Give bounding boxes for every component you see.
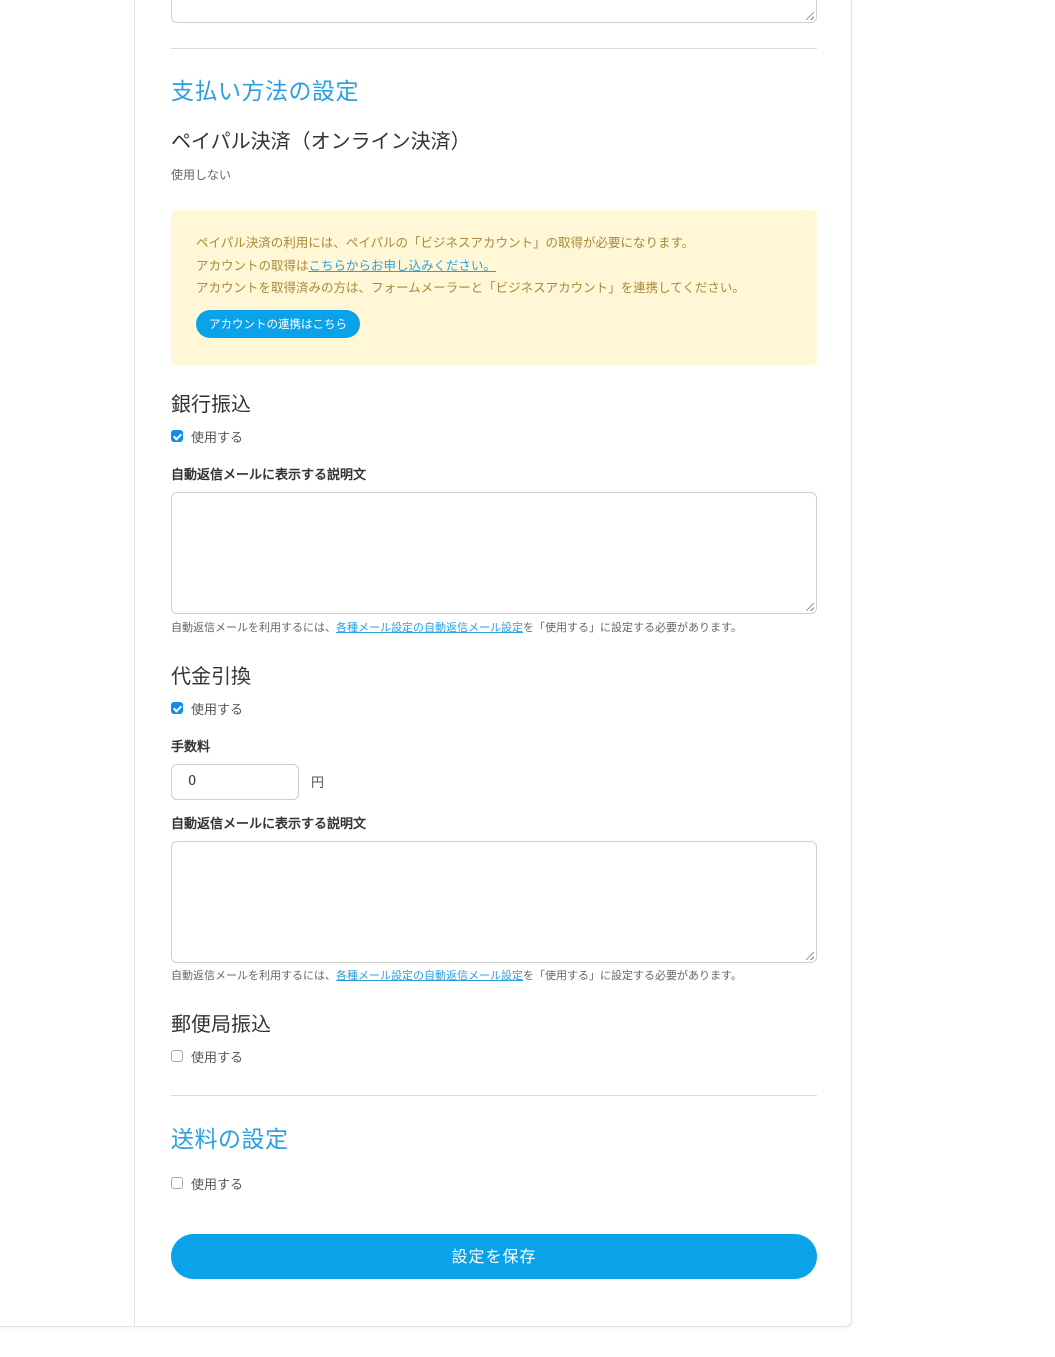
notice-line-2: アカウントの取得はこちらからお申し込みください。 xyxy=(196,257,497,273)
mail-settings-link[interactable]: 各種メール設定の自動返信メール設定 xyxy=(336,969,523,982)
paypal-signup-link[interactable]: こちらからお申し込みください。 xyxy=(309,258,497,273)
cod-use-label: 使用する xyxy=(191,702,244,718)
postal-transfer-use-label: 使用する xyxy=(191,1050,244,1066)
divider xyxy=(171,48,817,49)
settings-card xyxy=(0,0,852,1327)
divider xyxy=(171,1095,817,1096)
cod-description-textarea[interactable] xyxy=(171,841,817,963)
cod-description-label: 自動返信メールに表示する説明文 xyxy=(171,817,367,832)
paypal-status: 使用しない xyxy=(171,168,232,182)
paypal-notice: ペイパル決済の利用には、ペイパルの「ビジネスアカウント」の取得が必要になります。… xyxy=(171,210,817,365)
bank-transfer-description-label: 自動返信メールに表示する説明文 xyxy=(171,468,367,483)
notice-line-3: アカウントを取得済みの方は、フォームメーラーと「ビジネスアカウント」を連携してく… xyxy=(196,280,745,295)
resize-grip-icon[interactable] xyxy=(806,952,814,960)
cod-use-checkbox[interactable] xyxy=(171,702,183,714)
bank-transfer-help: 自動返信メールを利用するには、各種メール設定の自動返信メール設定を「使用する」に… xyxy=(171,621,742,634)
paypal-title: ペイパル決済（オンライン決済） xyxy=(171,129,471,153)
sidebar-divider xyxy=(134,0,135,1327)
shipping-use-label: 使用する xyxy=(191,1177,244,1193)
payment-section-title: 支払い方法の設定 xyxy=(171,79,359,105)
bank-transfer-title: 銀行振込 xyxy=(171,392,251,416)
postal-transfer-use-checkbox[interactable] xyxy=(171,1050,183,1062)
shipping-use-row[interactable]: 使用する xyxy=(171,1175,244,1193)
cod-fee-unit: 円 xyxy=(311,776,325,791)
bank-transfer-use-checkbox[interactable] xyxy=(171,430,183,442)
cod-fee-label: 手数料 xyxy=(171,740,211,755)
shipping-section-title: 送料の設定 xyxy=(171,1127,289,1153)
previous-textarea[interactable] xyxy=(171,0,817,23)
postal-transfer-title: 郵便局振込 xyxy=(171,1012,271,1036)
cod-use-row[interactable]: 使用する xyxy=(171,700,244,718)
resize-grip-icon[interactable] xyxy=(806,12,814,20)
paypal-connect-button[interactable]: アカウントの連携はこちら xyxy=(196,309,360,338)
resize-grip-icon[interactable] xyxy=(806,603,814,611)
bank-transfer-use-row[interactable]: 使用する xyxy=(171,428,244,446)
cod-fee-input[interactable]: 0 xyxy=(171,764,299,800)
cod-help: 自動返信メールを利用するには、各種メール設定の自動返信メール設定を「使用する」に… xyxy=(171,969,742,982)
bank-transfer-description-textarea[interactable] xyxy=(171,492,817,614)
notice-line-1: ペイパル決済の利用には、ペイパルの「ビジネスアカウント」の取得が必要になります。 xyxy=(196,235,695,250)
shipping-use-checkbox[interactable] xyxy=(171,1177,183,1189)
postal-transfer-use-row[interactable]: 使用する xyxy=(171,1048,244,1066)
cod-title: 代金引換 xyxy=(171,664,251,688)
bank-transfer-use-label: 使用する xyxy=(191,430,244,446)
mail-settings-link[interactable]: 各種メール設定の自動返信メール設定 xyxy=(336,621,523,634)
save-button[interactable]: 設定を保存 xyxy=(171,1234,817,1279)
